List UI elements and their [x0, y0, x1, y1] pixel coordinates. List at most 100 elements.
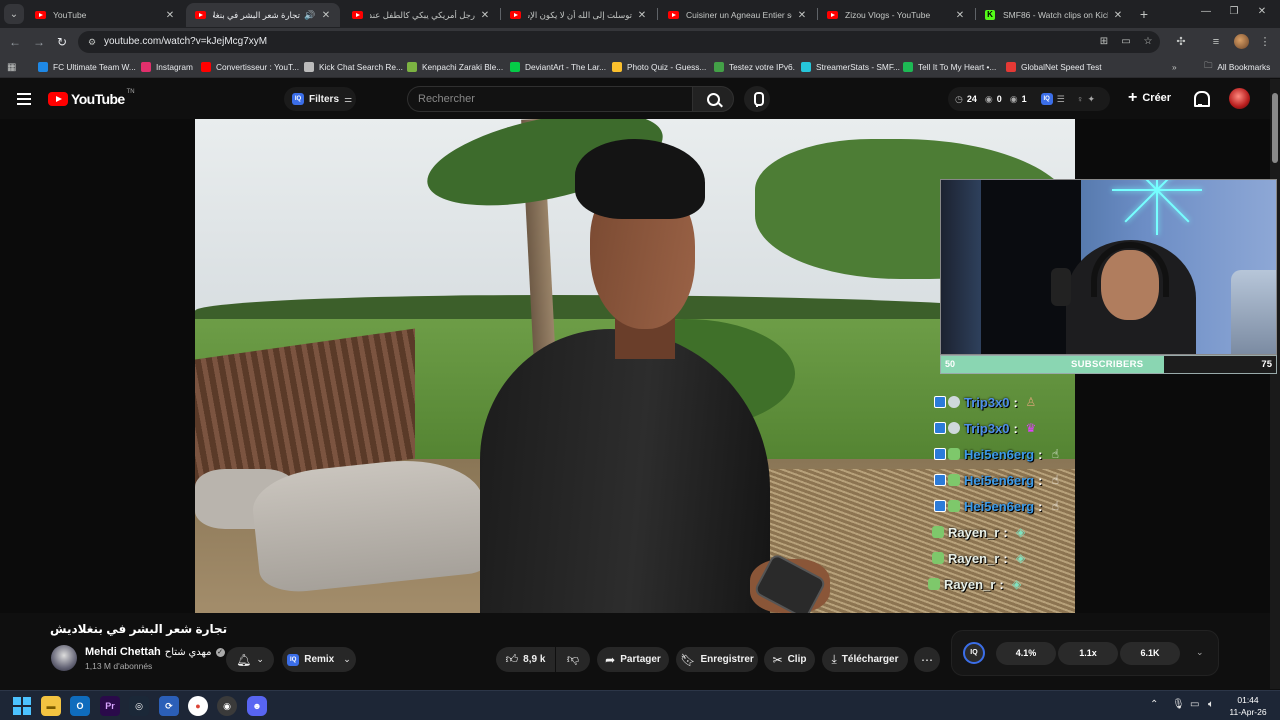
subscribed-bell-button[interactable]: 🔔︎ ⌄	[226, 647, 274, 672]
extension-stats-group[interactable]: ◷ 24 ◉ 0 ◉ 1 IQ ☰ ♀ ✦	[948, 87, 1110, 111]
close-tab-icon[interactable]: ✕	[1112, 10, 1124, 21]
filters-button[interactable]: IQ Filters ⚌	[284, 87, 356, 111]
back-arrow-icon[interactable]: ←	[6, 33, 24, 51]
chat-badge-icon	[934, 500, 946, 512]
more-actions-button[interactable]: ⋯	[914, 647, 940, 672]
bookmark-item[interactable]: DeviantArt - The Lar...	[510, 60, 606, 74]
account-avatar[interactable]	[1229, 88, 1250, 109]
minimize-icon[interactable]: —	[1196, 6, 1216, 17]
chrome-icon[interactable]: ●	[188, 696, 208, 716]
bookmark-item[interactable]: Testez votre IPv6.	[714, 60, 795, 74]
microphone-tray-icon[interactable]: 🎙︎	[1172, 699, 1185, 710]
remix-button[interactable]: IQ Remix ⌄	[282, 647, 356, 672]
metric-count[interactable]: 6.1K	[1120, 642, 1180, 665]
save-button[interactable]: 🔖︎ Enregistrer	[676, 647, 758, 672]
chevron-down-icon[interactable]: ⌄	[1196, 647, 1204, 658]
ea-app-icon[interactable]: ⟳	[159, 696, 179, 716]
browser-tab-video-3[interactable]: توسلت إلى الله أن لا يكون الإسلام ✕	[501, 3, 656, 27]
extensions-puzzle-icon[interactable]: ✣	[1172, 33, 1190, 51]
download-icon: ⤓	[831, 652, 837, 666]
microphone-icon[interactable]	[744, 86, 770, 112]
apps-grid-icon[interactable]: ▦	[7, 60, 16, 74]
browser-tab-strip: ⌄ YouTube ✕ تجارة شعر البشر في بنغلاديش …	[0, 0, 1280, 28]
discord-icon[interactable]: ☻	[247, 696, 267, 716]
close-tab-icon[interactable]: ✕	[320, 10, 332, 21]
browser-tab-zizou[interactable]: Zizou Vlogs - YouTube ✕	[818, 3, 974, 27]
outlook-icon[interactable]: O	[70, 696, 90, 716]
search-input[interactable]	[408, 87, 692, 111]
scrollbar-thumb[interactable]	[1272, 93, 1278, 163]
bookmark-item[interactable]: GlobalNet Speed Test	[1006, 60, 1102, 74]
browser-tab-video-4[interactable]: Cuisiner un Agneau Entier sous ✕	[659, 3, 816, 27]
share-button[interactable]: ➦ Partager	[597, 647, 669, 672]
site-settings-icon[interactable]: ⚙	[86, 36, 98, 48]
channel-avatar[interactable]	[51, 645, 77, 671]
list-icon: ☰	[1056, 93, 1065, 104]
forward-arrow-icon[interactable]: →	[30, 33, 48, 51]
bookmark-item[interactable]: FC Ultimate Team W...	[38, 60, 136, 74]
metric-multiplier[interactable]: 1.1x	[1058, 642, 1118, 665]
all-bookmarks-folder[interactable]: 🗀 All Bookmarks	[1204, 60, 1270, 74]
address-bar[interactable]: ⚙ youtube.com/watch?v=kJejMcg7xyM ⊞ ▭ ☆	[78, 31, 1160, 53]
chrome-menu-icon[interactable]: ⋮	[1256, 33, 1274, 51]
browser-tab-kick[interactable]: K SMF86 - Watch clips on Kick ✕	[976, 3, 1132, 27]
network-icon[interactable]: ▭	[1190, 699, 1199, 710]
premiere-pro-icon[interactable]: Pr	[100, 696, 120, 716]
close-tab-icon[interactable]: ✕	[954, 10, 966, 21]
close-window-icon[interactable]: ✕	[1252, 6, 1272, 17]
dislike-button[interactable]: 👎︎	[556, 647, 590, 672]
reading-list-icon[interactable]: ≡	[1207, 33, 1225, 51]
browser-tab-youtube[interactable]: YouTube ✕	[26, 3, 184, 27]
subscriber-goal-bar: 50 SUBSCRIBERS 75	[940, 355, 1277, 374]
notifications-bell-icon[interactable]	[1193, 91, 1210, 107]
tray-chevron-up-icon[interactable]: ⌃	[1150, 699, 1158, 710]
close-tab-icon[interactable]: ✕	[636, 10, 648, 21]
metric-engagement[interactable]: 4.1%	[996, 642, 1056, 665]
profile-avatar[interactable]	[1234, 34, 1249, 49]
chat-username: Trip3x0	[964, 420, 1010, 436]
bookmark-item[interactable]: StreamerStats - SMF...	[801, 60, 900, 74]
reload-icon[interactable]: ↻	[53, 33, 71, 51]
translate-icon[interactable]: ⊞	[1097, 35, 1111, 49]
create-button[interactable]: + Créer	[1128, 90, 1171, 106]
download-button[interactable]: ⤓ Télécharger	[822, 647, 908, 672]
bookmark-item[interactable]: Kick Chat Search Re...	[304, 60, 403, 74]
like-button[interactable]: 👍︎ 8,9 k	[496, 647, 555, 672]
page-scrollbar[interactable]	[1270, 79, 1280, 689]
more-bookmarks-chevron-icon[interactable]: »	[1172, 60, 1177, 74]
channel-name[interactable]: Mehdi Chettah مهدي شتاح ✓	[85, 646, 225, 658]
bookmark-item[interactable]: Convertisseur : YouT...	[201, 60, 299, 74]
close-tab-icon[interactable]: ✕	[479, 10, 491, 21]
bookmark-item[interactable]: Kenpachi Zaraki Ble...	[407, 60, 503, 74]
goal-current: 50	[945, 359, 956, 369]
chat-colon: :	[1038, 498, 1043, 514]
new-tab-plus-icon[interactable]: +	[1135, 5, 1153, 23]
cast-icon[interactable]: ▭	[1119, 35, 1133, 49]
hamburger-menu-icon[interactable]	[17, 93, 31, 105]
steam-icon[interactable]: ◎	[129, 696, 149, 716]
bookmark-item[interactable]: Instagram	[141, 60, 193, 74]
search-icon[interactable]	[692, 86, 734, 112]
tab-search-chevron-icon[interactable]: ⌄	[4, 4, 24, 24]
clip-button[interactable]: ✂ Clip	[764, 647, 815, 672]
bookmark-item[interactable]: Photo Quiz - Guess...	[612, 60, 706, 74]
bookmark-item[interactable]: Tell It To My Heart •...	[903, 60, 996, 74]
iq-logo-icon[interactable]: IQ	[963, 642, 985, 664]
bookmark-star-icon[interactable]: ☆	[1141, 35, 1155, 49]
obs-icon[interactable]: ◉	[217, 696, 237, 716]
youtube-logo[interactable]: YouTube TN	[48, 89, 135, 107]
youtube-favicon	[826, 9, 838, 21]
browser-tab-video-2[interactable]: رجل أمريكي يبكي كالطفل عندما ✕	[343, 3, 499, 27]
volume-icon[interactable]: 🔈︎	[1208, 699, 1214, 710]
speaker-icon[interactable]: 🔊	[304, 10, 316, 21]
browser-tab-active-video[interactable]: تجارة شعر البشر في بنغلاديش 🔊 ✕	[186, 3, 340, 27]
gem-emote-icon: ◈	[1012, 577, 1022, 591]
file-explorer-icon[interactable]: ▬	[41, 696, 61, 716]
close-tab-icon[interactable]: ✕	[164, 10, 176, 21]
channel-name-latin: Mehdi Chettah	[85, 646, 161, 658]
stat-value: 1	[1021, 94, 1027, 104]
system-clock[interactable]: 01:44 11-Apr-26	[1226, 694, 1270, 718]
close-tab-icon[interactable]: ✕	[796, 10, 808, 21]
windows-start-icon[interactable]	[13, 697, 31, 715]
restore-icon[interactable]: ❐	[1224, 6, 1244, 17]
